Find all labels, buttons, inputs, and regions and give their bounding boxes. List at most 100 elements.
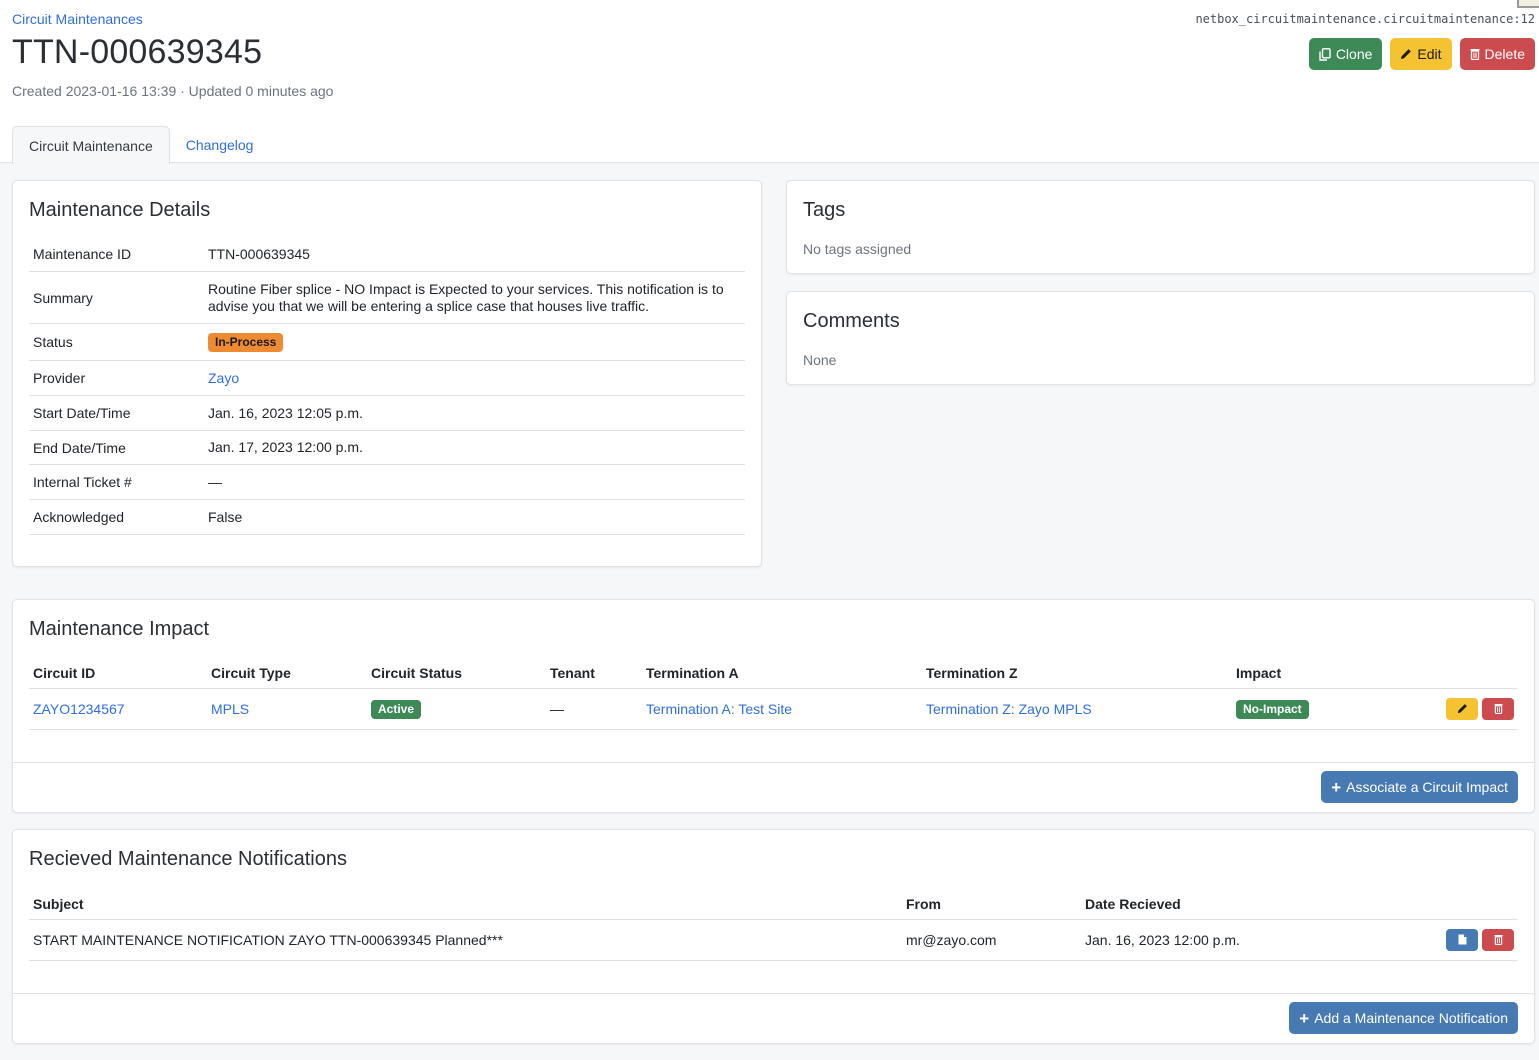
detail-value: In-Process (208, 332, 745, 352)
detail-row-summary: Summary Routine Fiber splice - NO Impact… (29, 272, 745, 324)
maintenance-impact-card: Maintenance Impact Circuit ID Circuit Ty… (12, 599, 1535, 813)
column-header[interactable]: Circuit Type (207, 665, 367, 681)
tab-bar: Circuit Maintenance Changelog (12, 126, 269, 164)
maintenance-details-card: Maintenance Details Maintenance ID TTN-0… (12, 180, 762, 567)
pencil-icon (1457, 702, 1468, 717)
table-row: START MAINTENANCE NOTIFICATION ZAYO TTN-… (29, 920, 1518, 961)
tenant-value: — (550, 701, 564, 717)
column-header[interactable]: Circuit Status (367, 665, 546, 681)
column-header[interactable]: Termination Z (922, 665, 1232, 681)
edit-label: Edit (1417, 46, 1442, 62)
detail-value: Jan. 17, 2023 12:00 p.m. (208, 439, 363, 455)
column-header[interactable]: Tenant (546, 665, 642, 681)
page-header: Circuit Maintenances TTN-000639345 Creat… (0, 0, 1539, 164)
delete-label: Delete (1484, 46, 1525, 62)
page-title: TTN-000639345 (12, 33, 263, 71)
detail-value: False (208, 508, 243, 525)
plus-icon: + (1331, 777, 1342, 797)
breadcrumb-circuit-maintenances[interactable]: Circuit Maintenances (12, 11, 143, 27)
detail-label: Summary (33, 289, 93, 306)
add-maintenance-notification-button[interactable]: + Add a Maintenance Notification (1289, 1002, 1518, 1034)
created-updated-meta: Created 2023-01-16 13:39 · Updated 0 min… (12, 83, 334, 99)
row-actions (1412, 698, 1518, 720)
detail-row-start: Start Date/Time Jan. 16, 2023 12:05 p.m. (29, 396, 745, 431)
status-badge: In-Process (208, 332, 284, 352)
detail-label: Provider (33, 370, 86, 386)
provider-link[interactable]: Zayo (208, 370, 239, 386)
column-header[interactable]: From (902, 896, 1081, 912)
detail-label: Start Date/Time (33, 405, 131, 421)
notifications-title: Recieved Maintenance Notifications (29, 848, 347, 870)
associate-circuit-impact-button[interactable]: + Associate a Circuit Impact (1321, 771, 1518, 803)
notification-from: mr@zayo.com (906, 932, 997, 948)
clone-label: Clone (1335, 46, 1373, 62)
detail-row-acknowledged: Acknowledged False (29, 500, 745, 535)
detail-value: — (208, 473, 222, 490)
plus-icon: + (1299, 1008, 1310, 1028)
delete-impact-button[interactable] (1482, 698, 1514, 720)
object-identifier: netbox_circuitmaintenance.circuitmainten… (1195, 12, 1535, 26)
circuit-status-badge: Active (371, 699, 422, 719)
view-notification-button[interactable] (1446, 929, 1478, 951)
detail-value: Zayo (208, 370, 745, 387)
tab-circuit-maintenance[interactable]: Circuit Maintenance (12, 126, 170, 164)
corner-widget (1517, 0, 1539, 8)
detail-row-status: Status In-Process (29, 324, 745, 361)
details-table: Maintenance ID TTN-000639345 Summary Rou… (29, 237, 745, 535)
circuit-type-link[interactable]: MPLS (211, 701, 249, 717)
clone-icon (1319, 47, 1331, 61)
detail-row-maintenance-id: Maintenance ID TTN-000639345 (29, 237, 745, 272)
comments-value: None (803, 352, 837, 368)
circuit-id-link[interactable]: ZAYO1234567 (33, 701, 125, 717)
detail-value: TTN-000639345 (208, 245, 310, 262)
tags-empty: No tags assigned (803, 241, 912, 257)
trash-icon (1470, 48, 1480, 60)
detail-value: Routine Fiber splice - NO Impact is Expe… (208, 280, 724, 314)
row-actions (1381, 929, 1518, 951)
detail-label: Acknowledged (33, 509, 125, 525)
delete-button[interactable]: Delete (1459, 38, 1535, 70)
associate-circuit-impact-label: Associate a Circuit Impact (1346, 779, 1508, 795)
column-header[interactable]: Circuit ID (29, 665, 207, 681)
maintenance-details-title: Maintenance Details (29, 199, 211, 221)
impact-table-header: Circuit ID Circuit Type Circuit Status T… (29, 657, 1518, 689)
detail-row-end: End Date/Time Jan. 17, 2023 12:00 p.m. (29, 431, 745, 465)
column-header[interactable]: Impact (1232, 665, 1412, 681)
clone-button[interactable]: Clone (1308, 38, 1383, 70)
impact-badge: No-Impact (1236, 699, 1309, 719)
comments-title: Comments (803, 310, 900, 332)
notification-date: Jan. 16, 2023 12:00 p.m. (1085, 932, 1240, 948)
detail-label: Internal Ticket # (33, 474, 132, 490)
notifications-card: Recieved Maintenance Notifications Subje… (12, 829, 1535, 1044)
table-row: ZAYO1234567 MPLS Active — Termination A:… (29, 689, 1518, 730)
detail-label: End Date/Time (33, 439, 126, 456)
trash-icon (1493, 933, 1503, 948)
termination-z-link[interactable]: Termination Z: Zayo MPLS (926, 701, 1092, 717)
delete-notification-button[interactable] (1482, 929, 1514, 951)
tags-card: Tags No tags assigned (786, 180, 1535, 274)
detail-label: Maintenance ID (33, 246, 132, 262)
notifications-table: Subject From Date Recieved START MAINTEN… (29, 888, 1518, 961)
detail-label: Status (33, 334, 73, 350)
termination-a-link[interactable]: Termination A: Test Site (646, 701, 792, 717)
impact-card-footer: + Associate a Circuit Impact (13, 762, 1534, 812)
detail-row-provider: Provider Zayo (29, 361, 745, 396)
comments-card: Comments None (786, 291, 1535, 385)
notifications-table-header: Subject From Date Recieved (29, 888, 1518, 920)
add-maintenance-notification-label: Add a Maintenance Notification (1314, 1010, 1508, 1026)
maintenance-impact-title: Maintenance Impact (29, 618, 210, 640)
column-header[interactable]: Termination A (642, 665, 922, 681)
impact-table: Circuit ID Circuit Type Circuit Status T… (29, 657, 1518, 730)
pencil-icon (1400, 48, 1412, 60)
detail-row-internal-ticket: Internal Ticket # — (29, 465, 745, 500)
edit-impact-button[interactable] (1446, 698, 1478, 720)
object-actions: Clone Edit Delete (1308, 38, 1535, 70)
file-document-icon (1458, 933, 1467, 948)
notification-subject: START MAINTENANCE NOTIFICATION ZAYO TTN-… (33, 932, 503, 948)
column-header[interactable]: Subject (29, 896, 902, 912)
trash-icon (1493, 702, 1503, 717)
column-header[interactable]: Date Recieved (1081, 896, 1381, 912)
tags-title: Tags (803, 199, 846, 221)
edit-button[interactable]: Edit (1390, 38, 1452, 70)
tab-changelog[interactable]: Changelog (170, 126, 270, 164)
